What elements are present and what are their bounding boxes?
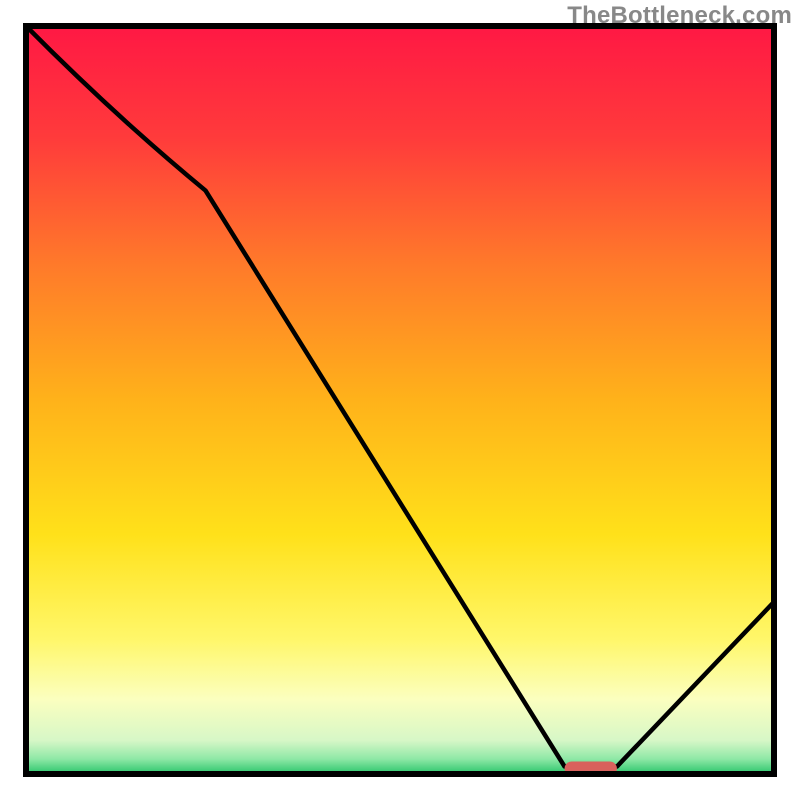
bottleneck-chart	[0, 0, 800, 800]
chart-container: TheBottleneck.com	[0, 0, 800, 800]
plot-background	[26, 26, 774, 774]
watermark-text: TheBottleneck.com	[567, 2, 792, 30]
